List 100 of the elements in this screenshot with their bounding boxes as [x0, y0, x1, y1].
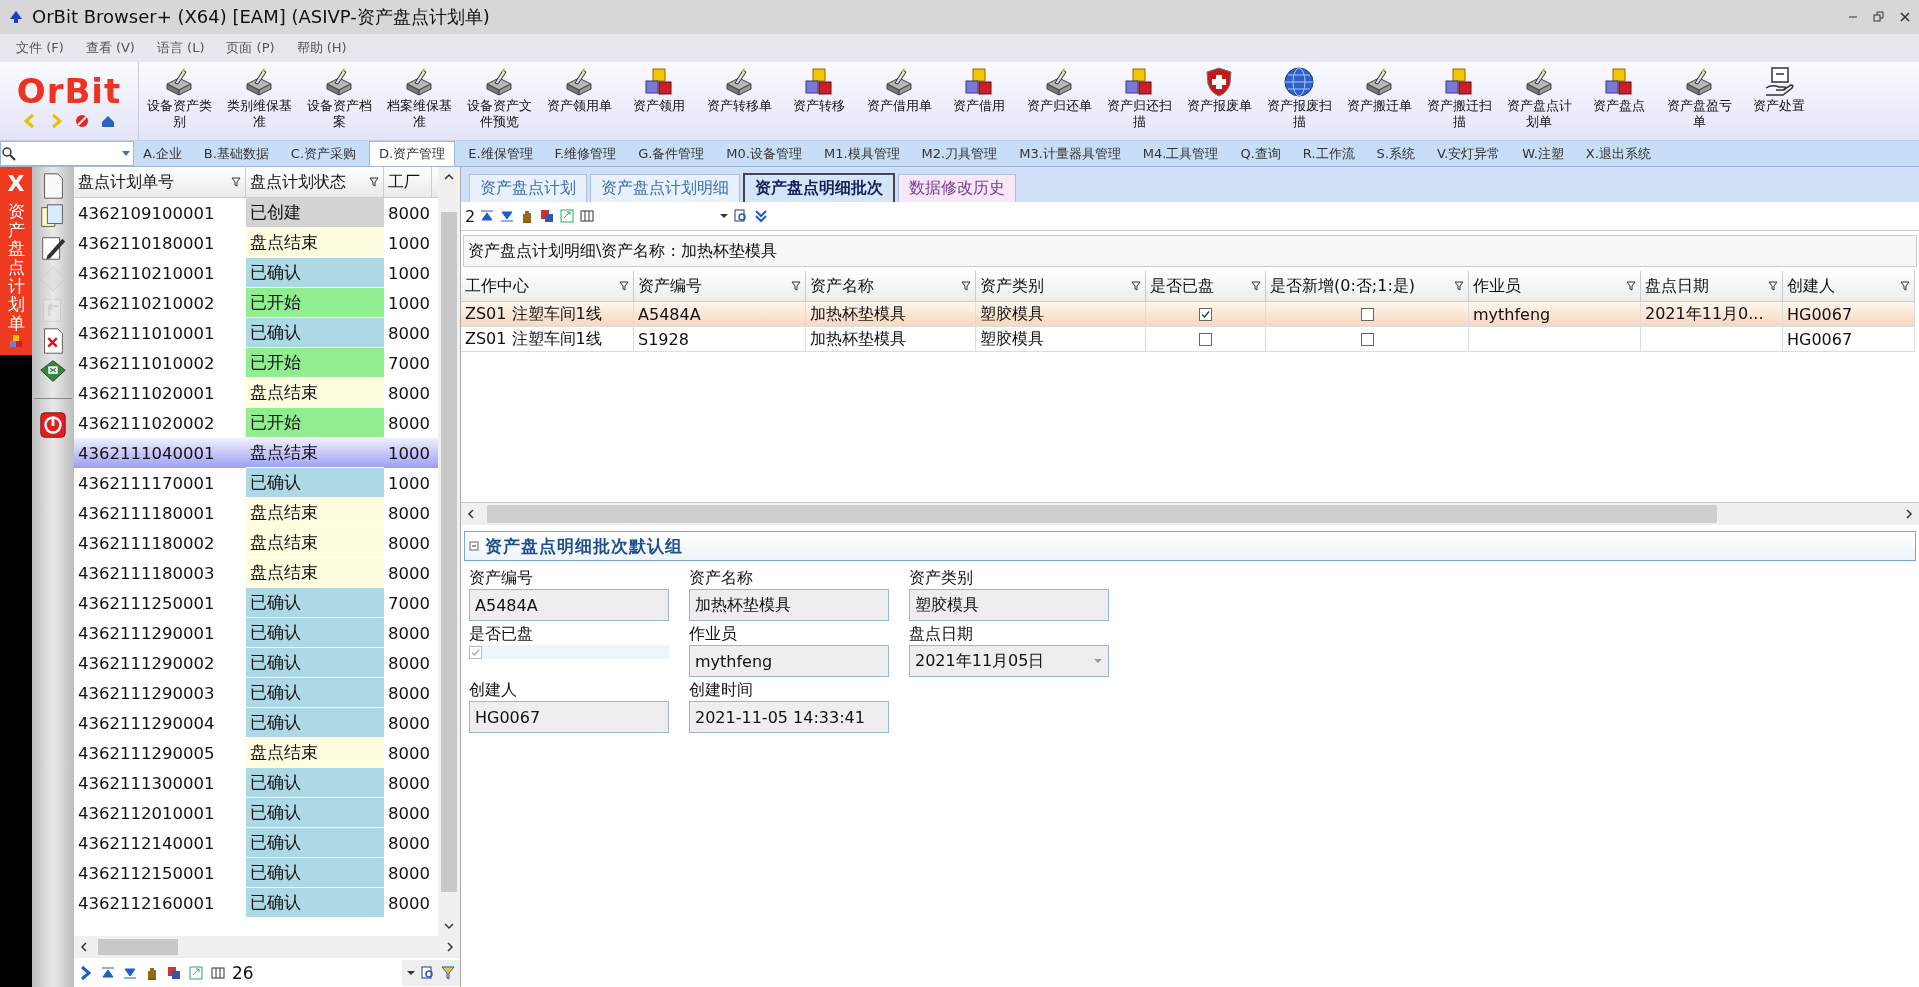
status-cell: 已确认 [246, 258, 384, 288]
machine-icon [403, 66, 435, 98]
search-icon [1, 145, 17, 162]
input-field[interactable]: 2021-11-05 14:33:41 [689, 701, 889, 733]
toolbar-button-label[interactable]: 资产搬迁单 [1344, 98, 1414, 114]
toolbar-button-label[interactable]: 设备资产类别 [144, 98, 214, 130]
column-header[interactable]: 盘点日期 [1641, 271, 1783, 302]
tab[interactable]: 资产盘点明细批次 [743, 173, 895, 202]
column-header[interactable]: 作业员 [1469, 271, 1641, 302]
cubes-icon [1123, 66, 1155, 98]
module-tab[interactable]: G.备件管理 [629, 141, 714, 166]
toolbar-button-label[interactable]: 资产归还单 [1024, 98, 1094, 114]
date-field[interactable]: 2021年11月05日 [909, 645, 1109, 677]
menu-item[interactable]: 语言 (L) [156, 39, 205, 57]
table-cell-text: 8000 [387, 502, 431, 525]
column-header[interactable]: 是否新增(0:否;1:是) [1266, 271, 1469, 302]
toolbar-button-label[interactable]: 资产报废扫描 [1264, 98, 1334, 130]
export-icon [188, 965, 204, 981]
input-field[interactable]: mythfeng [689, 645, 889, 677]
status-cell: 已确认 [246, 768, 384, 798]
scrollbar-thumb[interactable] [98, 939, 178, 955]
toolbar-button-label[interactable]: 资产处置 [1744, 98, 1814, 114]
input-field[interactable]: A5484A [469, 589, 669, 621]
column-header[interactable]: 盘点计划状态 [246, 167, 384, 197]
close-button[interactable]: X [7, 171, 25, 196]
module-tab[interactable]: S.系统 [1367, 141, 1424, 166]
module-tab[interactable]: R.工作流 [1293, 141, 1364, 166]
column-header[interactable]: 创建人 [1783, 271, 1915, 302]
toolbar-button-label[interactable]: 资产归还扫描 [1104, 98, 1174, 130]
tab[interactable]: 资产盘点计划 [469, 174, 587, 202]
toolbar-button-label[interactable]: 资产盘点计划单 [1504, 98, 1574, 130]
status-cell: 已确认 [246, 468, 384, 498]
scroll-down-icon [443, 920, 455, 932]
toolbar-button-label[interactable]: 资产转移 [784, 98, 854, 114]
column-header[interactable]: 资产类别 [976, 271, 1146, 302]
module-tab[interactable]: M4.工具管理 [1133, 141, 1228, 166]
toolbar-button-label[interactable]: 资产借用单 [864, 98, 934, 114]
globe-icon [1283, 66, 1315, 98]
menu-item[interactable]: 文件 (F) [16, 39, 64, 57]
toolbar-button-label[interactable]: 资产领用 [624, 98, 694, 114]
filter-icon [961, 281, 971, 291]
scrollbar-thumb[interactable] [487, 505, 1717, 523]
input-field[interactable]: 加热杯垫模具 [689, 589, 889, 621]
table-cell: S1928 [638, 329, 689, 349]
checkbox[interactable] [1199, 332, 1212, 346]
toolbar-button-label[interactable]: 资产借用 [944, 98, 1014, 114]
scrollbar-thumb[interactable] [441, 211, 457, 892]
tab[interactable]: 资产盘点计划明细 [590, 174, 740, 202]
column-header[interactable]: 是否已盘 [1146, 271, 1266, 302]
record-count: 26 [232, 963, 254, 983]
table-cell-text: 7000 [387, 352, 431, 375]
module-tab[interactable]: D.资产管理 [369, 141, 456, 166]
status-cell: 已创建 [246, 198, 384, 228]
dropdown[interactable] [402, 960, 460, 986]
machine-icon [1363, 66, 1395, 98]
table-cell-text: 4362111180002 [77, 532, 216, 555]
table-cell: ZS01 注塑车间1线 [465, 328, 602, 350]
toolbar-button-label[interactable]: 资产盘盈亏单 [1664, 98, 1734, 130]
checkbox[interactable] [1360, 332, 1374, 346]
toolbar-button-label[interactable]: 资产盘点 [1584, 98, 1654, 114]
checkbox[interactable] [1199, 307, 1212, 321]
column-header[interactable]: 工厂 [384, 167, 432, 197]
toolbar-button-label[interactable]: 类别维保基准 [224, 98, 294, 130]
module-tab[interactable]: M2.刀具管理 [912, 141, 1007, 166]
module-tab[interactable]: F.维修管理 [545, 141, 626, 166]
checkbox[interactable] [469, 645, 482, 659]
checkbox[interactable] [1360, 307, 1374, 321]
table-cell: 塑胶模具 [980, 303, 1044, 325]
module-tab[interactable]: E.维保管理 [459, 141, 542, 166]
menu-item[interactable]: 帮助 (H) [296, 39, 347, 57]
column-header[interactable]: 工作中心 [461, 271, 634, 302]
search-field[interactable] [0, 141, 134, 166]
toolbar-button-label[interactable]: 资产转移单 [704, 98, 774, 114]
input-field[interactable]: HG0067 [469, 701, 669, 733]
tab[interactable]: 数据修改历史 [898, 174, 1016, 202]
toolbar-button-label[interactable]: 设备资产文件预览 [464, 98, 534, 130]
field-label: 资产名称 [689, 567, 754, 589]
toolbar-button-label[interactable]: 资产报废单 [1184, 98, 1254, 114]
module-tab[interactable]: W.注塑 [1513, 141, 1573, 166]
status-cell: 已确认 [246, 858, 384, 888]
menu-item[interactable]: 页面 (P) [226, 39, 275, 57]
module-tab[interactable]: Q.查询 [1231, 141, 1290, 166]
toolbar-button-label[interactable]: 档案维保基准 [384, 98, 454, 130]
toolbar-button-label[interactable]: 设备资产档案 [304, 98, 374, 130]
module-tab[interactable]: V.安灯异常 [1427, 141, 1510, 166]
breadcrumb: 资产盘点计划明细\资产名称 : 加热杯垫模具 [463, 235, 1917, 267]
toolbar-button-label[interactable]: 资产搬迁扫描 [1424, 98, 1494, 130]
module-tab[interactable]: X.退出系统 [1576, 141, 1660, 166]
toolbar-button-label[interactable]: 资产领用单 [544, 98, 614, 114]
menu-item[interactable]: 查看 (V) [85, 39, 135, 57]
module-tab[interactable]: A.企业 [134, 141, 191, 166]
input-field[interactable]: 塑胶模具 [909, 589, 1109, 621]
column-header[interactable]: 盘点计划单号 [74, 167, 246, 197]
module-tab[interactable]: C.资产采购 [281, 141, 366, 166]
column-header[interactable]: 资产名称 [806, 271, 976, 302]
module-tab[interactable]: M0.设备管理 [717, 141, 811, 166]
module-tab[interactable]: M3.计量器具管理 [1010, 141, 1130, 166]
module-tab[interactable]: B.基础数据 [194, 141, 278, 166]
column-header[interactable]: 资产编号 [634, 271, 806, 302]
module-tab[interactable]: M1.模具管理 [814, 141, 909, 166]
